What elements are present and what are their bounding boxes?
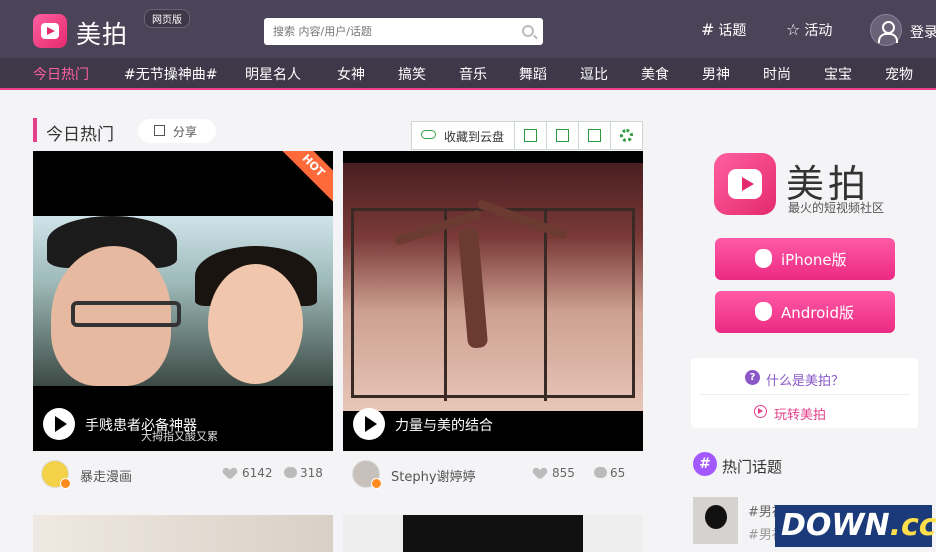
top-header: 美拍 网页版 #话题 ☆活动 登录: [0, 0, 936, 58]
sidebar-slogan: 最火的短视频社区: [788, 201, 885, 215]
watermark-left-text: DOWN: [781, 508, 890, 543]
share-icon: [154, 125, 165, 136]
nav-item-food[interactable]: 美食: [641, 64, 669, 84]
like-count: 855: [552, 466, 575, 480]
meipai-guide-link[interactable]: 玩转美拍: [774, 404, 826, 423]
hot-badge: HOT: [276, 151, 333, 203]
comment-icon[interactable]: [594, 467, 607, 478]
nav-item-pets[interactable]: 宠物: [885, 64, 913, 84]
nav-item-funny[interactable]: 搞笑: [398, 64, 426, 84]
divider: [699, 394, 910, 395]
watermark-right-text: .cc: [889, 508, 936, 543]
iphone-download-label: iPhone版: [781, 251, 847, 269]
android-download-button[interactable]: Android版: [715, 291, 895, 333]
video-card[interactable]: 大拇指又酸又累 HOT 手贱患者必备神器: [33, 151, 333, 451]
comment-icon[interactable]: [284, 467, 297, 478]
android-download-label: Android版: [781, 304, 854, 322]
android-icon: [755, 302, 772, 321]
section-accent-bar: [33, 118, 37, 142]
cloud-icon: [421, 130, 436, 139]
video-thumbnail: 大拇指又酸又累: [33, 216, 333, 443]
iphone-download-button[interactable]: iPhone版: [715, 238, 895, 280]
hot-topics-title: 热门话题: [722, 458, 783, 476]
what-is-meipai-link[interactable]: 什么是美拍？: [766, 370, 844, 389]
video-thumbnail: [343, 163, 643, 411]
video-card[interactable]: 力量与美的结合: [343, 151, 643, 451]
search-box: [264, 18, 543, 45]
nav-item-baby[interactable]: 宝宝: [824, 64, 852, 84]
topic-thumbnail[interactable]: [693, 497, 738, 544]
faq-box: ? 什么是美拍？ 玩转美拍: [691, 358, 918, 428]
hash-icon: #: [693, 452, 717, 476]
gear-icon: [620, 129, 633, 142]
meipai-logo-icon[interactable]: [33, 14, 67, 48]
export-icon: [588, 129, 601, 142]
search-icon[interactable]: [522, 25, 534, 37]
activities-link-label: 活动: [804, 23, 833, 39]
verified-badge-icon: [371, 478, 382, 489]
author-name[interactable]: Stephy谢婷婷: [391, 466, 476, 485]
play-icon[interactable]: [43, 408, 75, 440]
save-button[interactable]: [547, 122, 579, 149]
nav-item-male-god[interactable]: 男神: [702, 64, 730, 84]
heart-icon[interactable]: [534, 468, 546, 479]
nav-item-doubi[interactable]: 逗比: [580, 64, 608, 84]
play-icon[interactable]: [353, 408, 385, 440]
verified-badge-icon: [60, 478, 71, 489]
save-to-cloud-label: 收藏到云盘: [444, 130, 505, 144]
nav-item-fashion[interactable]: 时尚: [763, 64, 791, 84]
play-circle-icon: [754, 405, 767, 418]
video-card[interactable]: [33, 515, 333, 552]
question-icon: ?: [745, 370, 760, 385]
heart-icon[interactable]: [224, 468, 236, 479]
comment-count: 65: [610, 466, 626, 480]
user-avatar-icon[interactable]: [870, 14, 902, 46]
video-meta: 暴走漫画 6142 318: [41, 460, 333, 489]
topics-link-label: 话题: [718, 23, 747, 39]
topics-link[interactable]: # 话题: [701, 20, 746, 40]
nav-item-goddess[interactable]: 女神: [337, 64, 365, 84]
expand-button[interactable]: [515, 122, 547, 149]
settings-button[interactable]: [611, 122, 643, 149]
video-title[interactable]: 力量与美的结合: [395, 415, 493, 435]
nav-item-music[interactable]: 音乐: [459, 64, 487, 84]
apple-icon: [755, 249, 772, 268]
down-cc-watermark: DOWN.cc: [775, 505, 936, 547]
meipai-app-logo-icon: [714, 153, 776, 215]
video-toolbar: 收藏到云盘: [411, 121, 643, 150]
save-icon: [556, 129, 569, 142]
section-title: 今日热门: [46, 125, 114, 145]
nav-item-shenqu[interactable]: #无节操神曲#: [124, 64, 217, 84]
hash-icon: #: [701, 20, 715, 39]
video-card[interactable]: [343, 515, 643, 552]
search-input[interactable]: [264, 18, 514, 45]
export-button[interactable]: [579, 122, 611, 149]
share-button-label: 分享: [173, 125, 198, 139]
like-count: 6142: [242, 466, 273, 480]
nav-item-dance[interactable]: 舞蹈: [519, 64, 547, 84]
author-name[interactable]: 暴走漫画: [80, 466, 132, 485]
web-version-badge: 网页版: [144, 9, 190, 28]
activities-link[interactable]: ☆ 活动: [786, 20, 832, 40]
video-meta: Stephy谢婷婷 855 65: [352, 460, 644, 489]
nav-item-today-hot[interactable]: 今日热门: [33, 64, 89, 84]
save-to-cloud-button[interactable]: 收藏到云盘: [412, 122, 515, 149]
brand-name[interactable]: 美拍: [76, 15, 128, 51]
expand-icon: [524, 129, 537, 142]
category-nav: 今日热门 #无节操神曲# 明星名人 女神 搞笑 音乐 舞蹈 逗比 美食 男神 时…: [0, 58, 936, 90]
nav-item-celebrities[interactable]: 明星名人: [245, 64, 301, 84]
share-button[interactable]: 分享: [138, 119, 216, 143]
video-title[interactable]: 手贱患者必备神器: [85, 415, 197, 435]
login-link[interactable]: 登录: [910, 22, 936, 42]
comment-count: 318: [300, 466, 323, 480]
star-icon: ☆: [786, 20, 801, 39]
